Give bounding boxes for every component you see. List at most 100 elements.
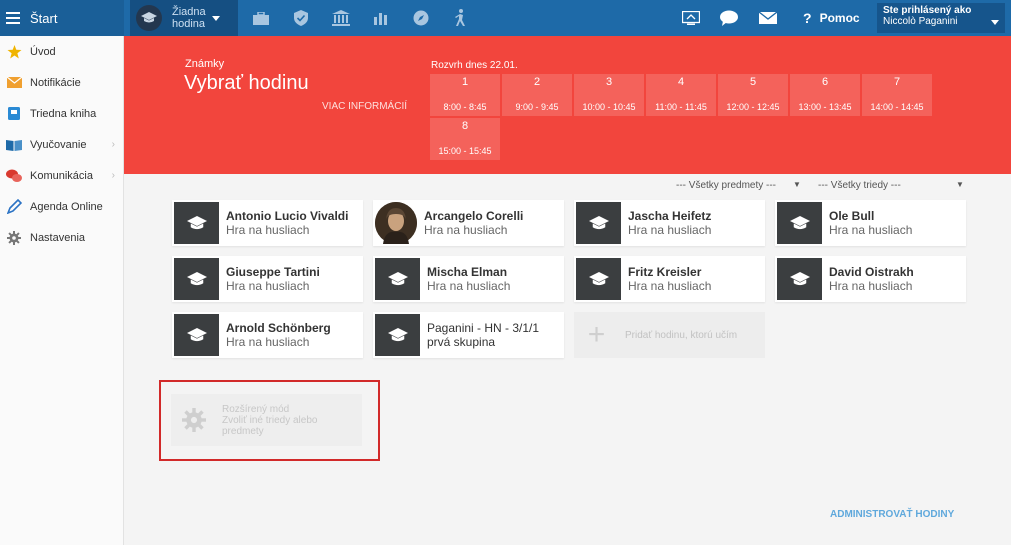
chat-icon[interactable] bbox=[720, 0, 738, 36]
schedule-slot[interactable]: 6 13:00 - 13:45 bbox=[790, 74, 860, 116]
sidebar-item-uvod[interactable]: Úvod bbox=[0, 36, 123, 67]
top-bar: Štart Žiadna hodina ? Pomoc Ste prihláse… bbox=[0, 0, 1011, 36]
lesson-card[interactable]: Ole Bull Hra na husliach bbox=[775, 200, 966, 246]
lesson-picker[interactable]: Žiadna hodina bbox=[130, 0, 238, 36]
lesson-name: Mischa Elman bbox=[427, 265, 508, 279]
slot-time: 10:00 - 10:45 bbox=[582, 102, 636, 112]
chat-bubbles-icon bbox=[6, 169, 22, 183]
hero-subtitle: Známky bbox=[185, 58, 225, 70]
lesson-name: Arcangelo Corelli bbox=[424, 209, 524, 223]
lesson-card[interactable]: David Oistrakh Hra na husliach bbox=[775, 256, 966, 302]
chevron-down-icon: ▼ bbox=[793, 180, 801, 189]
sidebar-item-triedna-kniha[interactable]: Triedna kniha bbox=[0, 98, 123, 129]
graduation-cap-icon bbox=[174, 314, 219, 356]
lesson-card[interactable]: Arcangelo Corelli Hra na husliach bbox=[373, 200, 564, 246]
schedule-slot[interactable]: 1 8:00 - 8:45 bbox=[430, 74, 500, 116]
lesson-card[interactable]: Antonio Lucio Vivaldi Hra na husliach bbox=[172, 200, 363, 246]
slot-number: 2 bbox=[533, 76, 541, 88]
page-title: Vybrať hodinu bbox=[184, 72, 309, 94]
user-label: Ste prihlásený ako bbox=[883, 5, 972, 16]
lesson-subject: Hra na husliach bbox=[427, 279, 511, 293]
chevron-down-icon bbox=[991, 20, 999, 25]
lesson-subject: prvá skupina bbox=[427, 335, 496, 349]
schedule-label: Rozvrh dnes 22.01. bbox=[431, 60, 518, 71]
lesson-card[interactable]: Paganini - HN - 3/1/1 prvá skupina bbox=[373, 312, 564, 358]
sidebar-item-notifikacie[interactable]: Notifikácie bbox=[0, 67, 123, 98]
slot-number: 7 bbox=[893, 76, 901, 88]
lesson-subject: Hra na husliach bbox=[829, 223, 913, 237]
lesson-subject: Hra na husliach bbox=[226, 335, 310, 349]
lesson-name: David Oistrakh bbox=[829, 265, 914, 279]
lesson-name: Paganini - HN - 3/1/1 bbox=[427, 321, 540, 335]
slot-time: 15:00 - 15:45 bbox=[438, 146, 492, 156]
slot-number: 6 bbox=[821, 76, 829, 88]
graduation-cap-icon bbox=[777, 258, 822, 300]
schedule-slot[interactable]: 4 11:00 - 11:45 bbox=[646, 74, 716, 116]
lesson-subject: Hra na husliach bbox=[226, 223, 310, 237]
screen-share-icon[interactable] bbox=[682, 0, 700, 36]
lesson-card[interactable]: Mischa Elman Hra na husliach bbox=[373, 256, 564, 302]
schedule-slot[interactable]: 3 10:00 - 10:45 bbox=[574, 74, 644, 116]
schedule-slot[interactable]: 7 14:00 - 14:45 bbox=[862, 74, 932, 116]
open-book-icon bbox=[6, 138, 22, 152]
book-square-icon bbox=[6, 107, 22, 121]
lesson-card[interactable]: Arnold Schönberg Hra na husliach bbox=[172, 312, 363, 358]
administer-lessons-link[interactable]: ADMINISTROVAŤ HODINY bbox=[830, 509, 954, 520]
schedule-slot[interactable]: 8 15:00 - 15:45 bbox=[430, 118, 500, 160]
graduation-cap-icon bbox=[576, 258, 621, 300]
lesson-picker-line2: hodina bbox=[172, 18, 206, 30]
add-lesson-button[interactable]: + Pridať hodinu, ktorú učím bbox=[574, 312, 765, 358]
slot-time: 11:00 - 11:45 bbox=[655, 102, 707, 112]
lesson-card[interactable]: Giuseppe Tartini Hra na husliach bbox=[172, 256, 363, 302]
briefcase-icon[interactable] bbox=[246, 0, 276, 36]
graduation-cap-icon bbox=[576, 202, 621, 244]
schedule-slot[interactable]: 5 12:00 - 12:45 bbox=[718, 74, 788, 116]
shield-check-icon[interactable] bbox=[286, 0, 316, 36]
envelope-icon bbox=[6, 76, 22, 90]
chevron-right-icon: › bbox=[111, 139, 115, 150]
more-info-link[interactable]: VIAC INFORMÁCIÍ bbox=[322, 101, 407, 112]
graduation-cap-icon bbox=[375, 258, 420, 300]
lesson-subject: Hra na husliach bbox=[628, 279, 712, 293]
lesson-name: Jascha Heifetz bbox=[628, 209, 712, 223]
slot-time: 9:00 - 9:45 bbox=[515, 102, 559, 112]
lesson-picker-label: Žiadna hodina bbox=[172, 6, 206, 30]
sidebar-item-komunikacia[interactable]: Komunikácia › bbox=[0, 160, 123, 191]
slot-number: 8 bbox=[461, 120, 469, 132]
hamburger-icon[interactable] bbox=[6, 12, 20, 24]
mail-icon[interactable] bbox=[759, 0, 777, 36]
lesson-subject: Hra na husliach bbox=[424, 223, 508, 237]
subject-filter-select[interactable]: --- Všetky predmety --- bbox=[676, 180, 776, 191]
lesson-card[interactable]: Fritz Kreisler Hra na husliach bbox=[574, 256, 765, 302]
sidebar-item-agenda-online[interactable]: Agenda Online bbox=[0, 191, 123, 222]
bar-chart-icon[interactable] bbox=[366, 0, 396, 36]
pen-icon bbox=[6, 199, 22, 214]
sidebar-item-label: Triedna kniha bbox=[30, 107, 97, 120]
question-icon: ? bbox=[803, 10, 812, 26]
lesson-card[interactable]: Jascha Heifetz Hra na husliach bbox=[574, 200, 765, 246]
schedule-slot[interactable]: 2 9:00 - 9:45 bbox=[502, 74, 572, 116]
graduation-cap-icon bbox=[777, 202, 822, 244]
lesson-name: Ole Bull bbox=[829, 209, 875, 223]
add-lesson-label: Pridať hodinu, ktorú učím bbox=[625, 329, 738, 341]
slot-time: 13:00 - 13:45 bbox=[798, 102, 852, 112]
sidebar-item-vyucovanie[interactable]: Vyučovanie › bbox=[0, 129, 123, 160]
compass-icon[interactable] bbox=[406, 0, 436, 36]
sidebar-item-label: Úvod bbox=[30, 45, 56, 58]
slot-number: 5 bbox=[749, 76, 757, 88]
class-filter-select[interactable]: --- Všetky triedy --- bbox=[818, 180, 901, 191]
lesson-name: Antonio Lucio Vivaldi bbox=[226, 209, 349, 223]
hero-banner: Známky Vybrať hodinu VIAC INFORMÁCIÍ Roz… bbox=[124, 36, 1011, 174]
bank-icon[interactable] bbox=[326, 0, 356, 36]
sidebar-item-label: Vyučovanie bbox=[30, 138, 87, 151]
start-menu-button[interactable]: Štart bbox=[0, 0, 124, 36]
chevron-down-icon bbox=[211, 15, 220, 21]
sidebar-item-nastavenia[interactable]: Nastavenia bbox=[0, 222, 123, 253]
sidebar-item-label: Notifikácie bbox=[30, 76, 81, 89]
lesson-name: Fritz Kreisler bbox=[628, 265, 702, 279]
module-icons bbox=[246, 0, 486, 36]
graduation-cap-icon bbox=[174, 258, 219, 300]
user-menu[interactable]: Ste prihlásený ako Niccolò Paganini bbox=[877, 3, 1005, 33]
help-button[interactable]: ? Pomoc bbox=[803, 0, 860, 36]
hiking-icon[interactable] bbox=[446, 0, 476, 36]
